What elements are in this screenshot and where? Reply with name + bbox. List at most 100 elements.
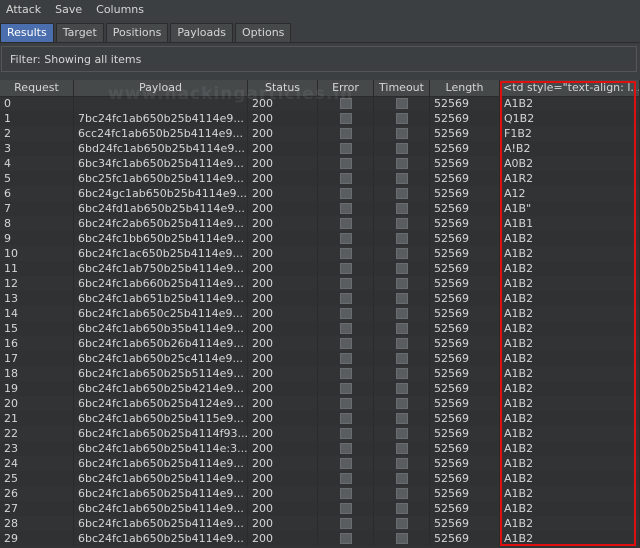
cell-request: 6: [0, 186, 74, 201]
table-row[interactable]: 27 6bc24fc1ab650b25b4114e9... 200 52569 A1B2: [0, 501, 640, 516]
table-row[interactable]: 16 6bc24fc1ab650b26b4114e9... 200 52569 A1B2: [0, 336, 640, 351]
filter-bar[interactable]: Filter: Showing all items: [1, 46, 637, 72]
table-row[interactable]: 15 6bc24fc1ab650b35b4114e9... 200 52569 A1B2: [0, 321, 640, 336]
column-header-payload[interactable]: Payload: [74, 80, 248, 96]
cell-error: [318, 441, 374, 456]
cell-payload: 6bc24fc1bb650b25b4114e9...: [74, 231, 248, 246]
cell-extract: A1B2: [500, 246, 640, 261]
timeout-checkbox: [395, 458, 408, 469]
cell-error: [318, 351, 374, 366]
tab-payloads[interactable]: Payloads: [170, 23, 233, 42]
cell-length: 52569: [430, 501, 500, 516]
table-row[interactable]: 21 6bc24fc1ab650b25b4115e9... 200 52569 A1B2: [0, 411, 640, 426]
cell-length: 52569: [430, 366, 500, 381]
column-header-error[interactable]: Error: [318, 80, 374, 96]
cell-payload: 6bc24fc1ab650b25b4114e9...: [74, 531, 248, 546]
menu-columns[interactable]: Columns: [89, 3, 151, 16]
error-checkbox: [339, 128, 352, 139]
cell-length: 52569: [430, 111, 500, 126]
cell-timeout: [374, 516, 430, 531]
column-header-timeout[interactable]: Timeout: [374, 80, 430, 96]
cell-length: 52569: [430, 411, 500, 426]
table-row[interactable]: 20 6bc24fc1ab650b25b4124e9... 200 52569 A1B2: [0, 396, 640, 411]
cell-request: 27: [0, 501, 74, 516]
table-row[interactable]: 23 6bc24fc1ab650b25b4114e:3... 200 52569 A1B…: [0, 441, 640, 456]
menu-attack[interactable]: Attack: [0, 3, 48, 16]
timeout-checkbox: [395, 473, 408, 484]
table-row[interactable]: 4 6bc34fc1ab650b25b4114e9... 200 52569 A0B2: [0, 156, 640, 171]
cell-payload: 6bc24fc1ab651b25b4114e9...: [74, 291, 248, 306]
cell-extract: A1B": [500, 201, 640, 216]
table-row[interactable]: 22 6bc24fc1ab650b25b4114f93... 200 52569 A1B…: [0, 426, 640, 441]
table-body: 0 200 52569 A1B2 1 7bc24fc1ab650b25b4114e9...…: [0, 96, 640, 546]
timeout-checkbox: [395, 218, 408, 229]
table-row[interactable]: 2 6cc24fc1ab650b25b4114e9... 200 52569 F1B2: [0, 126, 640, 141]
cell-extract: A1B2: [500, 96, 640, 111]
table-row[interactable]: 18 6bc24fc1ab650b25b5114e9... 200 52569 A1B2: [0, 366, 640, 381]
cell-timeout: [374, 441, 430, 456]
cell-error: [318, 366, 374, 381]
error-checkbox: [339, 98, 352, 109]
table-row[interactable]: 14 6bc24fc1ab650c25b4114e9... 200 52569 A1B2: [0, 306, 640, 321]
cell-timeout: [374, 381, 430, 396]
cell-payload: 6bc24gc1ab650b25b4114e9...: [74, 186, 248, 201]
column-header-length[interactable]: Length: [430, 80, 500, 96]
table-row[interactable]: 19 6bc24fc1ab650b25b4214e9... 200 52569 A1B2: [0, 381, 640, 396]
table-row[interactable]: 17 6bc24fc1ab650b25c4114e9... 200 52569 A1B2: [0, 351, 640, 366]
cell-request: 3: [0, 141, 74, 156]
table-row[interactable]: 6 6bc24gc1ab650b25b4114e9... 200 52569 A12: [0, 186, 640, 201]
cell-extract: A1B2: [500, 426, 640, 441]
tab-options[interactable]: Options: [234, 23, 292, 42]
table-row[interactable]: 25 6bc24fc1ab650b25b4114e9... 200 52569 A1B2: [0, 471, 640, 486]
table-row[interactable]: 3 6bd24fc1ab650b25b4114e9... 200 52569 A!B2: [0, 141, 640, 156]
cell-status: 200: [248, 486, 318, 501]
cell-request: 14: [0, 306, 74, 321]
timeout-checkbox: [395, 158, 408, 169]
cell-request: 13: [0, 291, 74, 306]
cell-payload: 6bc24fc1ab650b25b4114f93...: [74, 426, 248, 441]
error-checkbox: [339, 233, 352, 244]
table-row[interactable]: 11 6bc24fc1ab750b25b4114e9... 200 52569 A1B2: [0, 261, 640, 276]
table-row[interactable]: 1 7bc24fc1ab650b25b4114e9... 200 52569 Q1B2: [0, 111, 640, 126]
column-header-status[interactable]: Status: [248, 80, 318, 96]
column-header-extract[interactable]: <td style="text-align: l...: [500, 80, 640, 96]
table-row[interactable]: 9 6bc24fc1bb650b25b4114e9... 200 52569 A1B2: [0, 231, 640, 246]
table-row[interactable]: 24 6bc24fc1ab650b25b4114e9... 200 52569 A1B2: [0, 456, 640, 471]
table-row[interactable]: 26 6bc24fc1ab650b25b4114e9... 200 52569 A1B2: [0, 486, 640, 501]
table-row[interactable]: 7 6bc24fd1ab650b25b4114e9... 200 52569 A1B": [0, 201, 640, 216]
column-header-request[interactable]: Request: [0, 80, 74, 96]
cell-request: 0: [0, 96, 74, 111]
tab-bar: Results Target Positions Payloads Option…: [0, 22, 640, 43]
cell-request: 9: [0, 231, 74, 246]
table-row[interactable]: 8 6bc24fc2ab650b25b4114e9... 200 52569 A1B1: [0, 216, 640, 231]
tab-results[interactable]: Results: [0, 23, 54, 42]
table-row[interactable]: 28 6bc24fc1ab650b25b4114e9... 200 52569 A1B2: [0, 516, 640, 531]
error-checkbox: [339, 398, 352, 409]
cell-status: 200: [248, 501, 318, 516]
cell-length: 52569: [430, 276, 500, 291]
cell-length: 52569: [430, 246, 500, 261]
error-checkbox: [339, 518, 352, 529]
cell-status: 200: [248, 141, 318, 156]
cell-payload: 6bc34fc1ab650b25b4114e9...: [74, 156, 248, 171]
table-row[interactable]: 5 6bc25fc1ab650b25b4114e9... 200 52569 A1R2: [0, 171, 640, 186]
error-checkbox: [339, 173, 352, 184]
cell-error: [318, 381, 374, 396]
timeout-checkbox: [395, 128, 408, 139]
filter-text: Filter: Showing all items: [10, 53, 142, 66]
cell-extract: A1B2: [500, 501, 640, 516]
cell-extract: A1B2: [500, 291, 640, 306]
table-row[interactable]: 13 6bc24fc1ab651b25b4114e9... 200 52569 A1B2: [0, 291, 640, 306]
table-row[interactable]: 0 200 52569 A1B2: [0, 96, 640, 111]
table-row[interactable]: 10 6bc24fc1ac650b25b4114e9... 200 52569 A1B2: [0, 246, 640, 261]
tab-positions[interactable]: Positions: [105, 23, 169, 42]
cell-timeout: [374, 456, 430, 471]
error-checkbox: [339, 308, 352, 319]
cell-length: 52569: [430, 306, 500, 321]
error-checkbox: [339, 263, 352, 274]
tab-target[interactable]: Target: [55, 23, 104, 42]
table-row[interactable]: 29 6bc24fc1ab650b25b4114e9... 200 52569 A1B2: [0, 531, 640, 546]
menu-save[interactable]: Save: [48, 3, 89, 16]
timeout-checkbox: [395, 248, 408, 259]
table-row[interactable]: 12 6bc24fc1ab660b25b4114e9... 200 52569 A1B2: [0, 276, 640, 291]
